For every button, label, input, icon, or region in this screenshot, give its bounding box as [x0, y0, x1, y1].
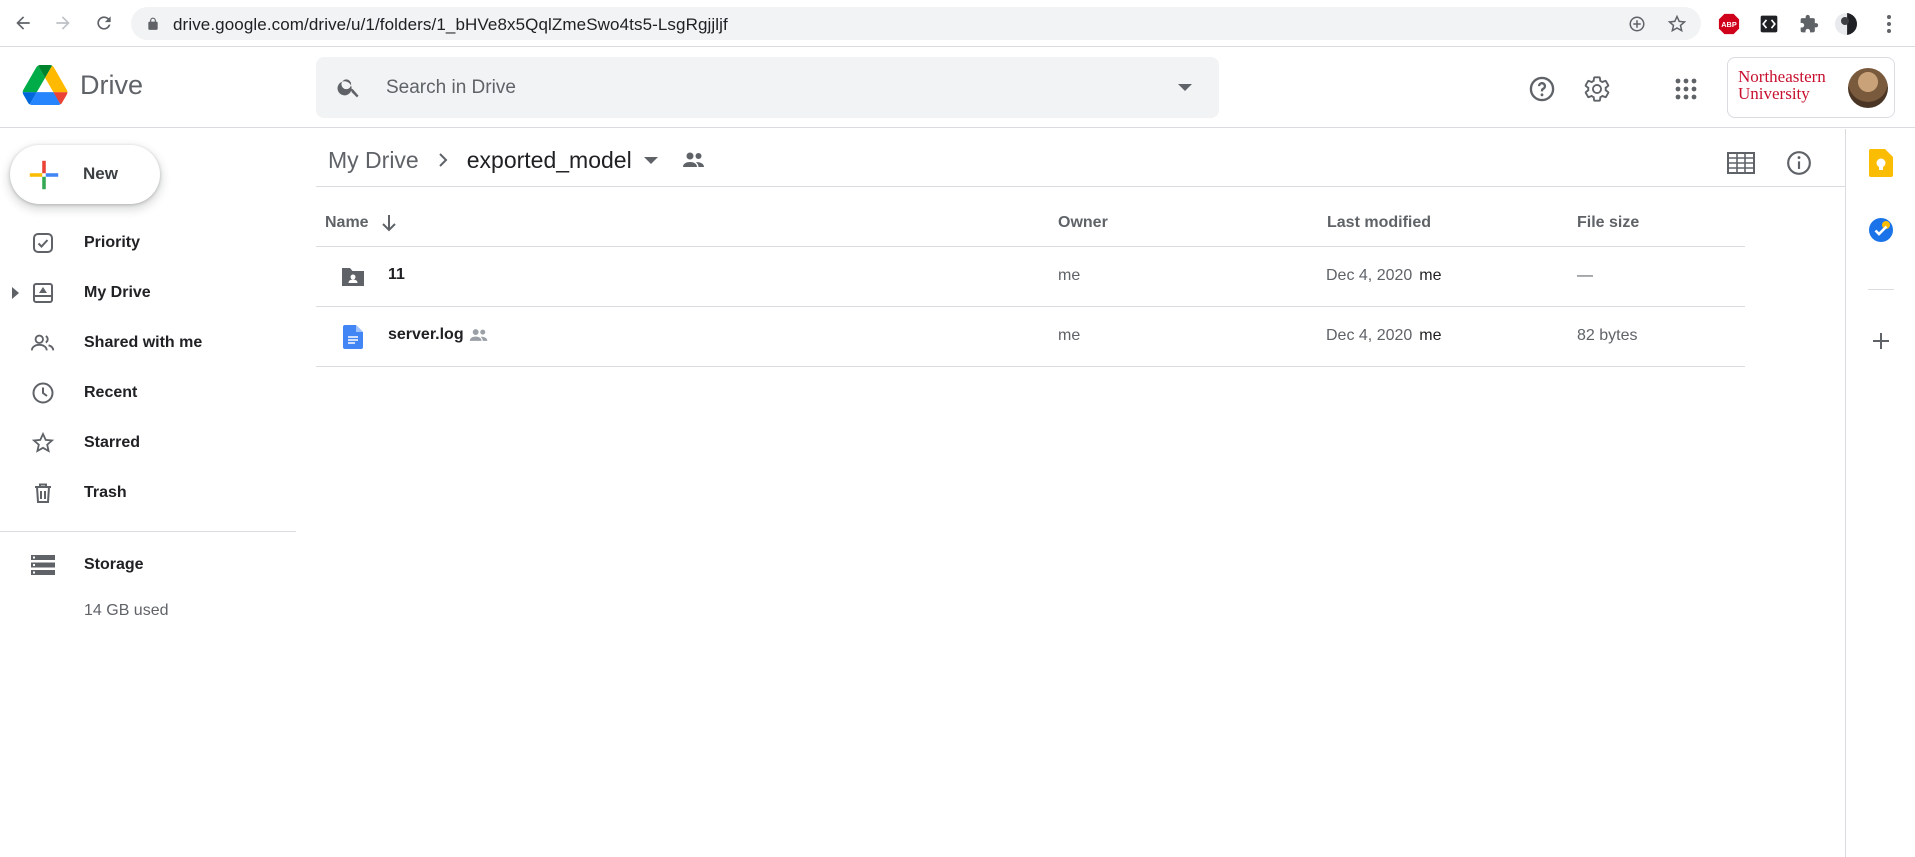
- search-bar[interactable]: [316, 57, 1219, 118]
- file-name[interactable]: server.log: [388, 326, 464, 344]
- sidebar-item-label: Trash: [84, 484, 127, 501]
- apps-grid-icon[interactable]: [1664, 67, 1708, 111]
- info-icon[interactable]: [1779, 143, 1819, 183]
- file-size-cell: —: [1577, 267, 1593, 284]
- forward-icon[interactable]: [50, 10, 76, 36]
- clock-icon: [30, 380, 56, 406]
- sidebar-item-priority[interactable]: Priority: [0, 221, 290, 265]
- file-name[interactable]: 11: [388, 266, 405, 284]
- search-options-dropdown-icon[interactable]: [1172, 75, 1198, 101]
- org-logo: Northeastern University: [1738, 67, 1826, 103]
- owner-cell: me: [1058, 327, 1081, 344]
- svg-text:ABP: ABP: [1721, 20, 1737, 29]
- app-name[interactable]: Drive: [80, 70, 143, 101]
- keep-icon[interactable]: [1864, 146, 1898, 180]
- breadcrumb-my-drive[interactable]: My Drive: [316, 143, 431, 178]
- expand-caret-icon[interactable]: [12, 287, 19, 299]
- tasks-icon[interactable]: [1864, 213, 1898, 247]
- toolbar-divider: [316, 186, 1845, 187]
- shared-people-icon: [469, 328, 489, 347]
- new-button[interactable]: New: [10, 145, 160, 204]
- side-panel: [1845, 129, 1915, 857]
- shared-folder-people-icon[interactable]: [682, 150, 706, 170]
- chevron-right-icon: [437, 152, 449, 168]
- storage-used-text: 14 GB used: [84, 602, 169, 619]
- sidebar-item-label: Priority: [84, 234, 141, 251]
- drive-logo-icon[interactable]: [22, 65, 68, 105]
- settings-gear-icon[interactable]: [1575, 67, 1619, 111]
- avatar[interactable]: [1848, 68, 1888, 108]
- browser-menu-icon[interactable]: [1876, 11, 1902, 37]
- side-panel-divider: [1868, 289, 1894, 290]
- sidebar-item-trash[interactable]: Trash: [0, 471, 290, 515]
- shared-folder-icon: [340, 264, 366, 290]
- sidebar-item-label: My Drive: [84, 284, 151, 301]
- back-icon[interactable]: [10, 10, 36, 36]
- file-size-cell: 82 bytes: [1577, 327, 1638, 344]
- install-app-icon[interactable]: [1625, 12, 1649, 36]
- column-header-file-size[interactable]: File size: [1577, 214, 1639, 232]
- url-text[interactable]: drive.google.com/drive/u/1/folders/1_bHV…: [173, 15, 728, 35]
- owner-cell: me: [1058, 267, 1081, 284]
- breadcrumb-current-folder[interactable]: exported_model: [455, 143, 636, 178]
- folder-menu-dropdown-icon[interactable]: [643, 156, 658, 164]
- adblock-icon[interactable]: ABP: [1716, 11, 1742, 37]
- add-addon-plus-icon[interactable]: [1864, 324, 1898, 358]
- sidebar-item-label: Starred: [84, 434, 141, 451]
- grid-view-icon[interactable]: [1721, 143, 1761, 183]
- sidebar-item-my-drive[interactable]: My Drive: [0, 271, 290, 315]
- breadcrumb: My Drive exported_model: [316, 140, 706, 180]
- search-input[interactable]: [386, 57, 1106, 118]
- column-header-last-modified[interactable]: Last modified: [1327, 214, 1431, 232]
- table-header: Name Owner Last modified File size: [316, 200, 1745, 247]
- code-extension-icon[interactable]: [1756, 11, 1782, 37]
- search-icon[interactable]: [336, 74, 362, 105]
- file-list: Name Owner Last modified File size 11 me…: [316, 200, 1745, 367]
- sidebar-item-recent[interactable]: Recent: [0, 371, 290, 415]
- modified-by: me: [1419, 327, 1442, 344]
- new-button-label: New: [83, 164, 118, 183]
- bookmark-star-icon[interactable]: [1665, 12, 1689, 36]
- address-bar[interactable]: drive.google.com/drive/u/1/folders/1_bHV…: [131, 7, 1701, 40]
- shared-icon: [30, 330, 56, 356]
- star-icon: [30, 430, 56, 456]
- profile-icon[interactable]: [1833, 11, 1859, 37]
- sidebar-item-label: Storage: [84, 556, 144, 573]
- sidebar-item-shared-with-me[interactable]: Shared with me: [0, 321, 290, 365]
- storage-icon: [30, 552, 56, 578]
- column-header-name[interactable]: Name: [325, 214, 369, 232]
- last-modified-cell: Dec 4, 2020 me: [1326, 267, 1442, 285]
- browser-toolbar: drive.google.com/drive/u/1/folders/1_bHV…: [0, 0, 1915, 47]
- trash-icon: [30, 480, 56, 506]
- sidebar-item-storage[interactable]: Storage: [0, 543, 290, 587]
- priority-icon: [30, 230, 56, 256]
- plus-icon: [29, 160, 59, 190]
- doc-icon: [340, 324, 366, 350]
- modified-date: Dec 4, 2020: [1326, 267, 1413, 284]
- account-switcher[interactable]: Northeastern University: [1727, 57, 1895, 118]
- last-modified-cell: Dec 4, 2020 me: [1326, 327, 1442, 345]
- sidebar-item-label: Recent: [84, 384, 138, 401]
- reload-icon[interactable]: [91, 10, 117, 36]
- sidebar-item-label: Shared with me: [84, 334, 203, 351]
- table-row[interactable]: 11 me Dec 4, 2020 me —: [316, 247, 1745, 307]
- help-icon[interactable]: [1520, 67, 1564, 111]
- modified-date: Dec 4, 2020: [1326, 327, 1413, 344]
- lock-icon[interactable]: [141, 12, 165, 36]
- my-drive-icon: [30, 280, 56, 306]
- drive-header: Drive Northeastern University: [0, 48, 1915, 128]
- sort-arrow-down-icon[interactable]: [381, 214, 397, 237]
- puzzle-icon[interactable]: [1796, 11, 1822, 37]
- column-header-owner[interactable]: Owner: [1058, 214, 1108, 232]
- table-row[interactable]: server.log me Dec 4, 2020 me 82 bytes: [316, 307, 1745, 367]
- modified-by: me: [1419, 267, 1442, 284]
- sidebar-item-starred[interactable]: Starred: [0, 421, 290, 465]
- sidebar-divider: [0, 531, 296, 532]
